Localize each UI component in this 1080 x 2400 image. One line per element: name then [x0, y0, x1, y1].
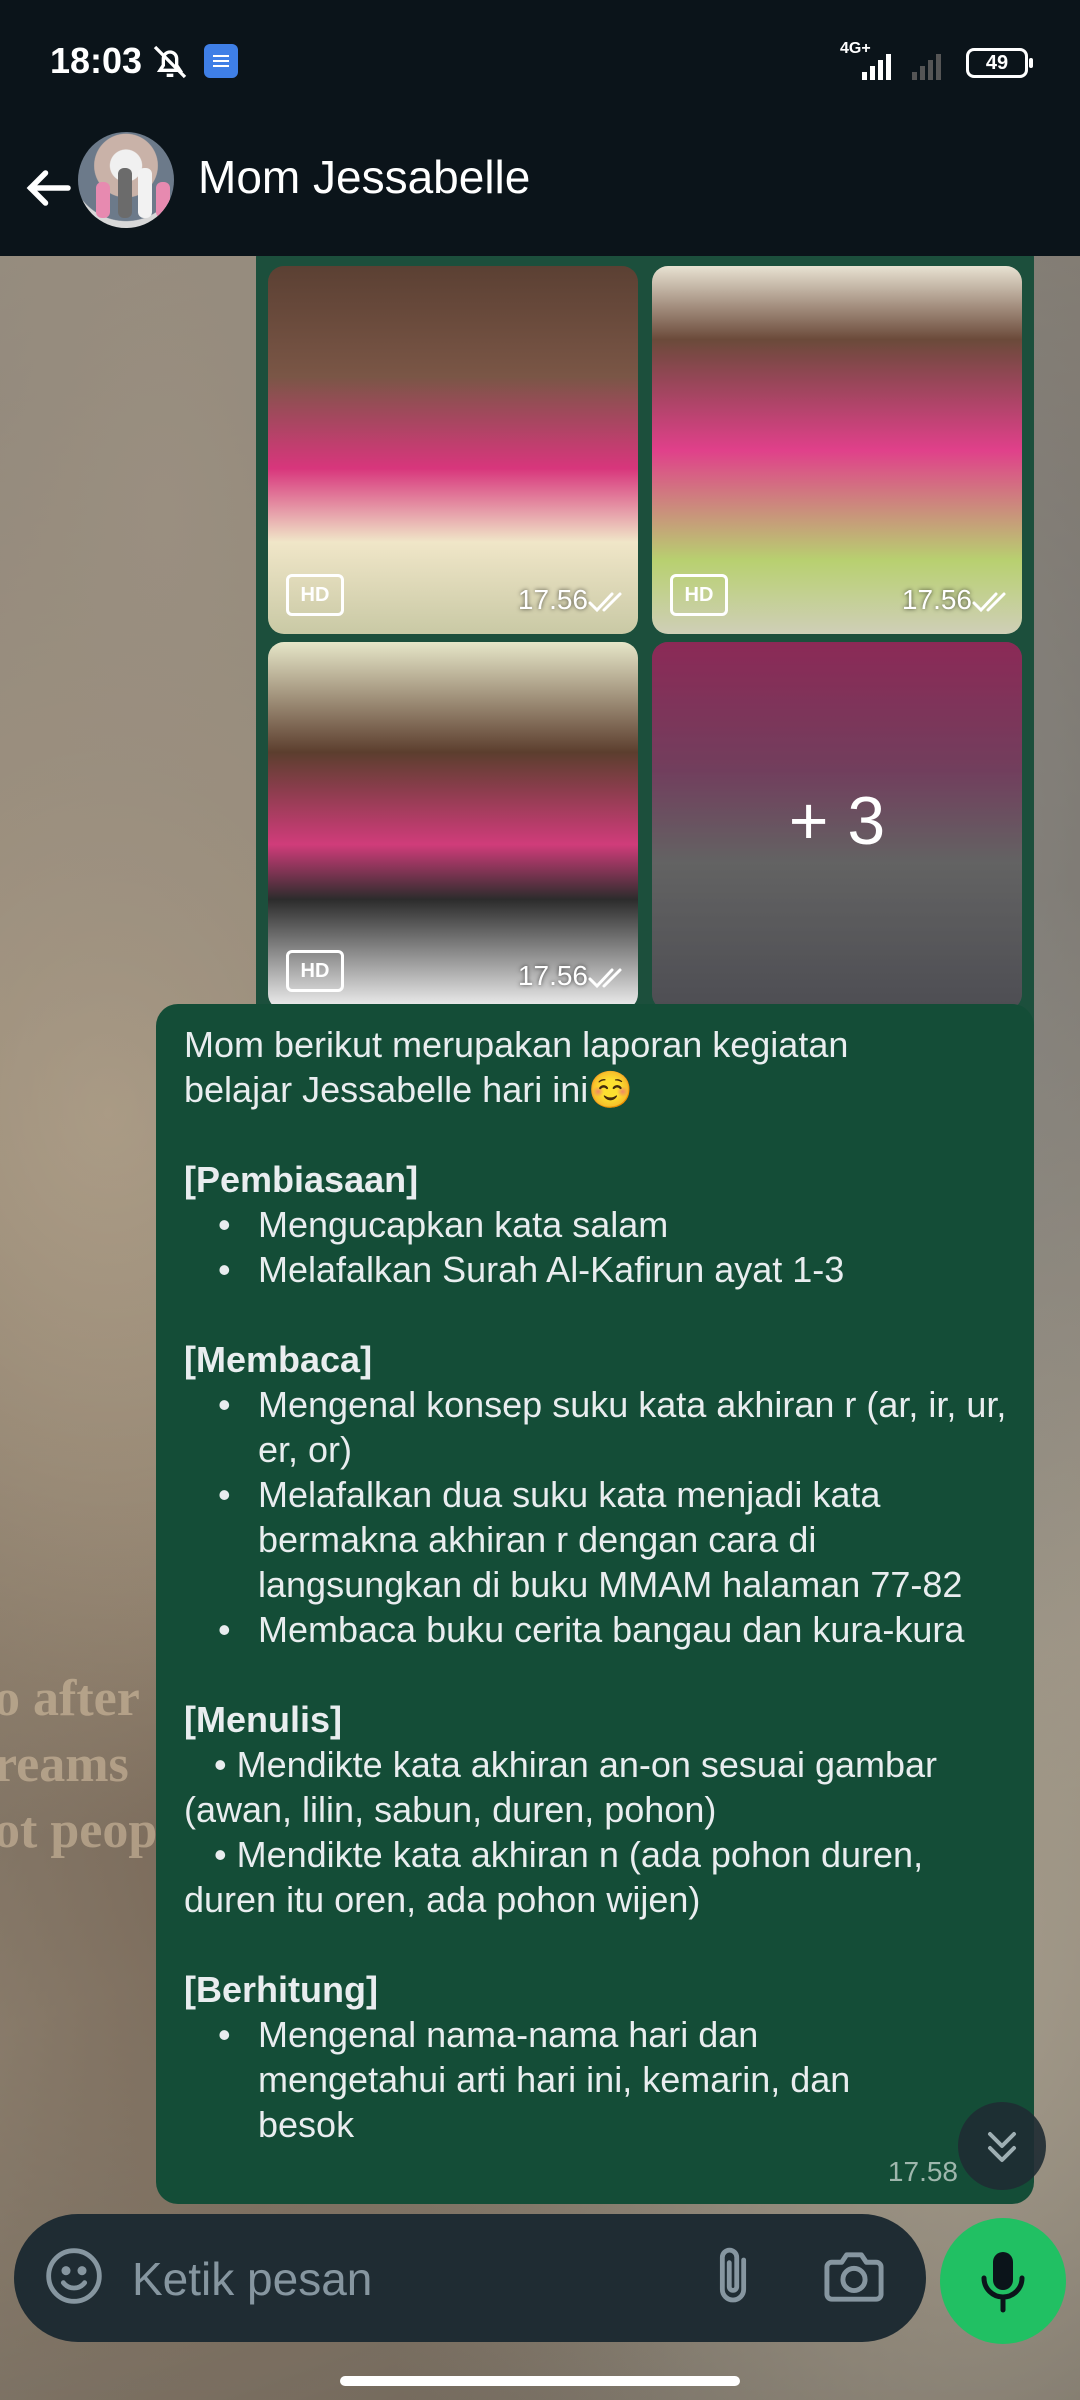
- list-item: Mengucapkan kata salam: [184, 1202, 1008, 1247]
- emoji-icon[interactable]: [42, 2244, 106, 2308]
- status-bar: 18:03 4G+ 49: [0, 0, 1080, 128]
- message-composer: [14, 2214, 926, 2342]
- battery-icon: 49: [966, 48, 1033, 78]
- list-item: • Mendikte kata akhiran an-on sesuai gam…: [184, 1744, 948, 1830]
- media-thumbnail[interactable]: HD 17.56: [652, 266, 1022, 634]
- hd-badge: HD: [286, 574, 344, 616]
- section-title: [Pembiasaan]: [184, 1159, 419, 1200]
- outgoing-message-bubble[interactable]: Mom berikut merupakan laporan kegiatan b…: [156, 1004, 1034, 2204]
- media-time: 17.56: [517, 584, 588, 615]
- attach-icon[interactable]: [708, 2244, 758, 2308]
- media-time: 17.56: [517, 960, 588, 991]
- section-title: [Membaca]: [184, 1339, 373, 1380]
- double-check-icon: [588, 966, 628, 990]
- message-time: 17.58: [887, 2156, 958, 2187]
- list-item: Melafalkan Surah Al-Kafirun ayat 1-3: [184, 1247, 1008, 1292]
- message-input[interactable]: [130, 2248, 694, 2310]
- section-title: [Berhitung]: [184, 1969, 378, 2010]
- double-check-icon: [972, 590, 1012, 614]
- wallpaper-line: reams: [0, 1736, 129, 1793]
- contact-name[interactable]: Mom Jessabelle: [198, 150, 530, 204]
- list-item: Melafalkan dua suku kata menjadi kata be…: [184, 1472, 1008, 1607]
- signal-icon: [860, 50, 900, 80]
- list-item: • Mendikte kata akhiran n (ada pohon dur…: [184, 1834, 934, 1920]
- camera-icon[interactable]: [822, 2248, 886, 2306]
- media-more-thumbnail[interactable]: + 3: [652, 642, 1022, 1010]
- media-time: 17.56: [901, 584, 972, 615]
- hd-badge: HD: [286, 950, 344, 992]
- battery-level: 49: [985, 52, 1009, 74]
- media-thumbnail[interactable]: HD 17.56: [268, 266, 638, 634]
- double-check-icon: [588, 590, 628, 614]
- message-text-line: Mom berikut merupakan laporan kegiatan: [184, 1024, 849, 1065]
- back-arrow-icon[interactable]: [18, 158, 78, 218]
- section-title: [Menulis]: [184, 1699, 342, 1740]
- list-item: Mengenal konsep suku kata akhiran r (ar,…: [184, 1382, 1008, 1472]
- signal-weak-icon: [910, 50, 950, 80]
- chat-area[interactable]: o after reams ot peopl HD 17.56 HD 17.56: [0, 256, 1080, 2400]
- more-media-count: + 3: [788, 783, 886, 859]
- wallpaper-line: ot peopl: [0, 1802, 172, 1859]
- hd-badge: HD: [670, 574, 728, 616]
- message-text-line: belajar Jessabelle hari ini☺️: [184, 1069, 634, 1110]
- chevrons-down-icon: [988, 2132, 1016, 2162]
- list-item: Mengenal nama-nama hari dan mengetahui a…: [184, 2012, 1008, 2147]
- avatar[interactable]: [78, 132, 174, 228]
- wallpaper-text: o after reams ot peopl: [0, 1666, 172, 1864]
- status-time: 18:03: [50, 40, 143, 81]
- list-item: Membaca buku cerita bangau dan kura-kura: [184, 1607, 1008, 1652]
- scroll-to-bottom-button[interactable]: [958, 2102, 1046, 2190]
- mute-bell-icon: [150, 42, 190, 82]
- gesture-navigation-bar[interactable]: [340, 2376, 740, 2386]
- media-thumbnail[interactable]: HD 17.56: [268, 642, 638, 1010]
- message-app-icon: [204, 44, 238, 78]
- mic-button[interactable]: [940, 2218, 1066, 2344]
- mic-icon: [981, 2252, 1025, 2313]
- wallpaper-line: o after: [0, 1670, 140, 1727]
